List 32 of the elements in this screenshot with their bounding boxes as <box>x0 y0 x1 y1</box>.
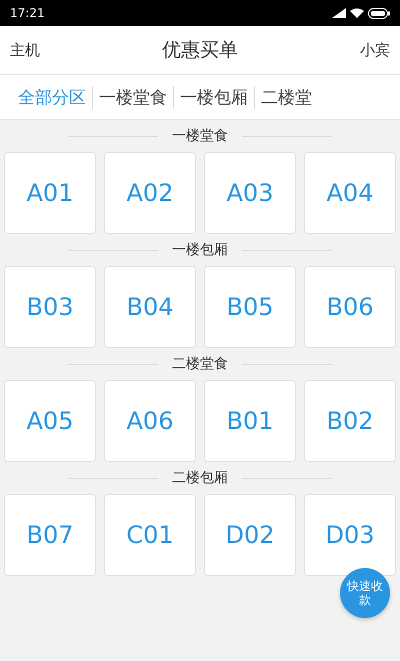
table-tile[interactable]: A06 <box>104 380 196 462</box>
table-tile[interactable]: A03 <box>204 152 296 234</box>
table-tile[interactable]: B05 <box>204 266 296 348</box>
user-label[interactable]: 小宾 <box>360 40 390 60</box>
zone-tab[interactable]: 一楼包厢 <box>174 86 255 108</box>
table-tile[interactable]: B03 <box>4 266 96 348</box>
table-tile[interactable]: A02 <box>104 152 196 234</box>
section-title: 一楼堂食 <box>172 127 228 145</box>
table-tile[interactable]: A04 <box>304 152 396 234</box>
table-tile[interactable]: C01 <box>104 494 196 576</box>
section-title: 一楼包厢 <box>172 241 228 259</box>
section-title: 二楼包厢 <box>172 469 228 487</box>
zone-tab[interactable]: 全部分区 <box>12 86 93 108</box>
table-tile[interactable]: B02 <box>304 380 396 462</box>
signal-icon <box>332 8 346 18</box>
table-tile[interactable]: B06 <box>304 266 396 348</box>
table-tile[interactable]: D02 <box>204 494 296 576</box>
table-tile[interactable]: A01 <box>4 152 96 234</box>
table-tile[interactable]: B01 <box>204 380 296 462</box>
table-tile[interactable]: A05 <box>4 380 96 462</box>
table-tile[interactable]: B07 <box>4 494 96 576</box>
table-tile[interactable]: B04 <box>104 266 196 348</box>
zone-tab[interactable]: 一楼堂食 <box>93 86 174 108</box>
zone-tab[interactable]: 二楼堂 <box>255 86 318 108</box>
quick-pay-button[interactable]: 快速收款 <box>340 568 390 618</box>
status-time: 17:21 <box>10 6 45 20</box>
table-tile[interactable]: D03 <box>304 494 396 576</box>
battery-icon <box>368 8 390 18</box>
host-label[interactable]: 主机 <box>10 40 40 60</box>
wifi-icon <box>350 8 364 18</box>
section-title: 二楼堂食 <box>172 355 228 373</box>
page-title: 优惠买单 <box>162 38 238 63</box>
